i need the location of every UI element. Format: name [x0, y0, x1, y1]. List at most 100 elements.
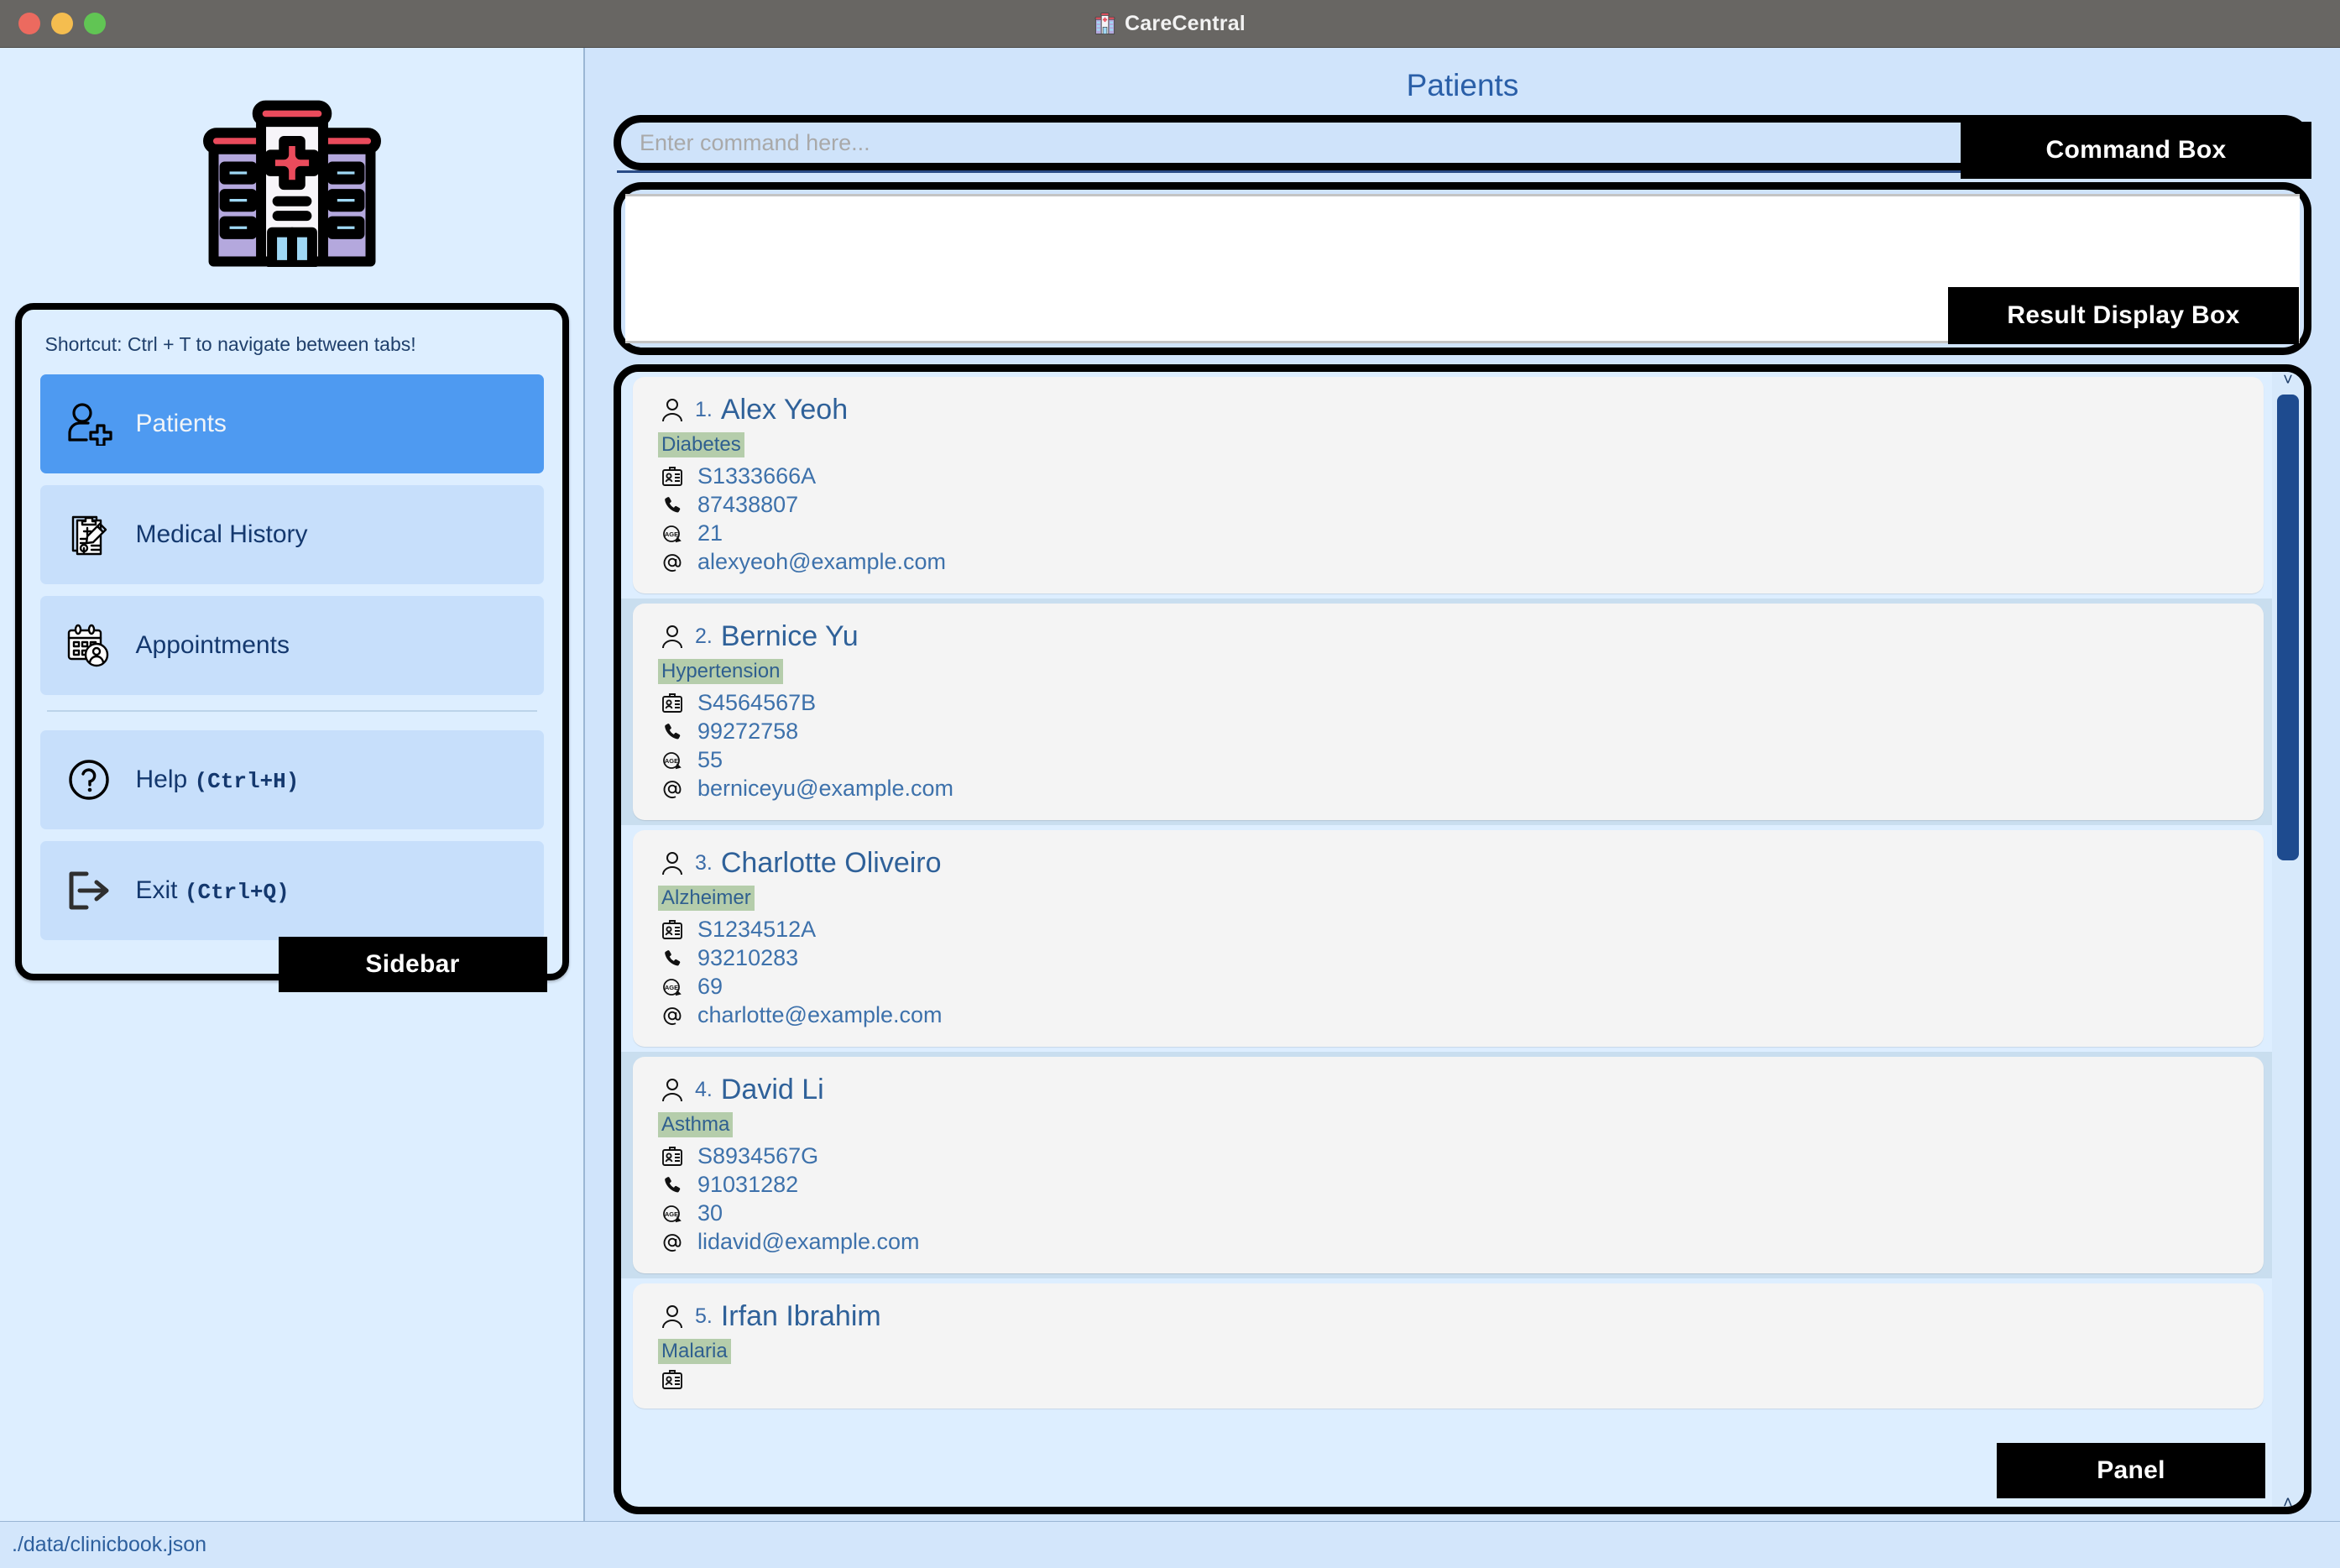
- person-icon: [658, 625, 687, 650]
- app-window: CareCentral Shortcut: Ctrl + T to naviga…: [0, 0, 2340, 1568]
- condition-badge: Diabetes: [658, 432, 744, 457]
- sidebar-item-medical-history[interactable]: Medical History: [39, 485, 544, 584]
- patient-email: berniceyu@example.com: [697, 776, 954, 801]
- patient-email-row: alexyeoh@example.com: [658, 549, 2264, 575]
- patient-index: 2.: [695, 625, 713, 648]
- scrollbar-thumb[interactable]: [2277, 395, 2299, 860]
- patient-condition-row: Asthma: [658, 1106, 2264, 1141]
- list-item[interactable]: 2. Bernice Yu Hypertension S4564567B 992…: [621, 598, 2272, 825]
- patient-name: Alex Yeoh: [720, 394, 849, 426]
- id-card-icon: [658, 919, 687, 940]
- person-icon: [658, 1304, 687, 1330]
- patient-name-row: 2. Bernice Yu: [658, 620, 2264, 653]
- patient-age: 30: [697, 1200, 723, 1226]
- patient-card[interactable]: 2. Bernice Yu Hypertension S4564567B 992…: [633, 604, 2264, 820]
- scrollbar-track[interactable]: [2272, 386, 2304, 1495]
- patient-nric-row: S1333666A: [658, 463, 2264, 489]
- at-sign-icon: [658, 551, 687, 573]
- patient-list-scrollbar[interactable]: ˅ ˅: [2272, 372, 2304, 1507]
- patient-condition-row: Alzheimer: [658, 880, 2264, 914]
- at-sign-icon: [658, 1005, 687, 1027]
- data-file-path: ./data/clinicbook.json: [12, 1533, 207, 1556]
- patient-email-row: charlotte@example.com: [658, 1002, 2264, 1028]
- patient-card[interactable]: 5. Irfan Ibrahim Malaria: [633, 1283, 2264, 1409]
- panel-annotation-tag: Panel: [1997, 1443, 2265, 1498]
- patient-phone-row: 99272758: [658, 719, 2264, 745]
- patient-email-row: lidavid@example.com: [658, 1229, 2264, 1255]
- minimize-window-button[interactable]: [51, 13, 73, 34]
- result-display-box: Result Display Box: [614, 182, 2311, 355]
- patient-nric: S1234512A: [697, 917, 817, 942]
- patient-email-row: berniceyu@example.com: [658, 776, 2264, 802]
- sidebar-item-patients[interactable]: Patients: [39, 374, 544, 473]
- patient-nric: S8934567G: [697, 1143, 819, 1168]
- sidebar-item-label: Exit (Ctrl+Q): [136, 876, 290, 905]
- patient-card[interactable]: 4. David Li Asthma S8934567G 91031282 AG…: [633, 1057, 2264, 1273]
- maximize-window-button[interactable]: [84, 13, 106, 34]
- main-content: Patients Command Box Result Display Box: [585, 48, 2340, 1521]
- age-icon: AGE: [658, 1204, 687, 1224]
- window-controls: [18, 13, 106, 34]
- at-sign-icon: [658, 1231, 687, 1253]
- question-circle-icon: [62, 757, 116, 802]
- patient-email: lidavid@example.com: [697, 1229, 920, 1254]
- person-icon: [658, 1078, 687, 1103]
- list-item[interactable]: 1. Alex Yeoh Diabetes S1333666A 87438807…: [621, 372, 2272, 598]
- chevron-up-icon[interactable]: ˅: [2283, 372, 2293, 389]
- person-icon: [658, 851, 687, 876]
- patient-email: alexyeoh@example.com: [697, 549, 947, 574]
- hospital-building-icon: [1094, 13, 1115, 34]
- clipboard-pencil-icon: [62, 511, 116, 558]
- list-item[interactable]: 3. Charlotte Oliveiro Alzheimer S1234512…: [621, 825, 2272, 1052]
- sidebar-item-help[interactable]: Help (Ctrl+H): [39, 730, 544, 829]
- patient-card[interactable]: 3. Charlotte Oliveiro Alzheimer S1234512…: [633, 830, 2264, 1047]
- condition-badge: Asthma: [658, 1112, 734, 1137]
- phone-icon: [658, 722, 687, 742]
- status-bar: ./data/clinicbook.json: [0, 1521, 2340, 1568]
- patient-card[interactable]: 1. Alex Yeoh Diabetes S1333666A 87438807…: [633, 377, 2264, 593]
- patient-age-row: AGE 21: [658, 520, 2264, 546]
- sidebar-item-exit[interactable]: Exit (Ctrl+Q): [39, 841, 544, 940]
- app-body: Shortcut: Ctrl + T to navigate between t…: [0, 48, 2340, 1521]
- id-card-icon: [658, 1370, 687, 1390]
- patient-age-row: AGE 30: [658, 1200, 2264, 1226]
- patient-name: David Li: [720, 1074, 824, 1105]
- window-title-group: CareCentral: [0, 0, 2340, 47]
- condition-badge: Alzheimer: [658, 886, 755, 911]
- sidebar-annotation-tag: Sidebar: [278, 937, 547, 992]
- patient-list-panel: 1. Alex Yeoh Diabetes S1333666A 87438807…: [614, 364, 2311, 1514]
- sidebar-item-appointments[interactable]: Appointments: [39, 596, 544, 695]
- svg-text:AGE: AGE: [665, 531, 678, 538]
- age-icon: AGE: [658, 977, 687, 997]
- patient-phone-row: 91031282: [658, 1172, 2264, 1198]
- patient-index: 4.: [695, 1078, 713, 1101]
- patient-name-row: 1. Alex Yeoh: [658, 394, 2264, 426]
- patient-name: Irfan Ibrahim: [720, 1300, 881, 1332]
- patient-nric: S4564567B: [697, 690, 817, 715]
- age-icon: AGE: [658, 750, 687, 771]
- patient-index: 5.: [695, 1304, 713, 1328]
- shortcut-hint-text: Shortcut: Ctrl + T to navigate between t…: [44, 333, 416, 355]
- chevron-down-icon[interactable]: ˅: [2283, 1492, 2293, 1507]
- patient-condition-row: Diabetes: [658, 426, 2264, 461]
- patient-age-row: AGE 69: [658, 974, 2264, 1000]
- help-label: Help: [135, 766, 188, 793]
- exit-arrow-icon: [62, 869, 116, 912]
- patient-phone: 87438807: [697, 492, 799, 517]
- phone-icon: [658, 1175, 687, 1195]
- list-item[interactable]: 5. Irfan Ibrahim Malaria: [621, 1278, 2272, 1414]
- close-window-button[interactable]: [18, 13, 40, 34]
- sidebar-item-label: Medical History: [135, 520, 308, 548]
- result-display-annotation-tag: Result Display Box: [1948, 287, 2299, 344]
- svg-text:AGE: AGE: [665, 984, 678, 991]
- sidebar-panel: Shortcut: Ctrl + T to navigate between t…: [14, 303, 569, 992]
- phone-icon: [658, 949, 687, 969]
- phone-icon: [658, 495, 687, 515]
- list-item[interactable]: 4. David Li Asthma S8934567G 91031282 AG…: [621, 1052, 2272, 1278]
- sidebar-item-label: Patients: [135, 410, 227, 437]
- svg-text:AGE: AGE: [665, 757, 678, 765]
- patient-age: 21: [697, 520, 723, 546]
- app-logo: [187, 95, 397, 271]
- command-box-annotation-tag: Command Box: [1961, 122, 2311, 179]
- patient-email: charlotte@example.com: [697, 1002, 943, 1027]
